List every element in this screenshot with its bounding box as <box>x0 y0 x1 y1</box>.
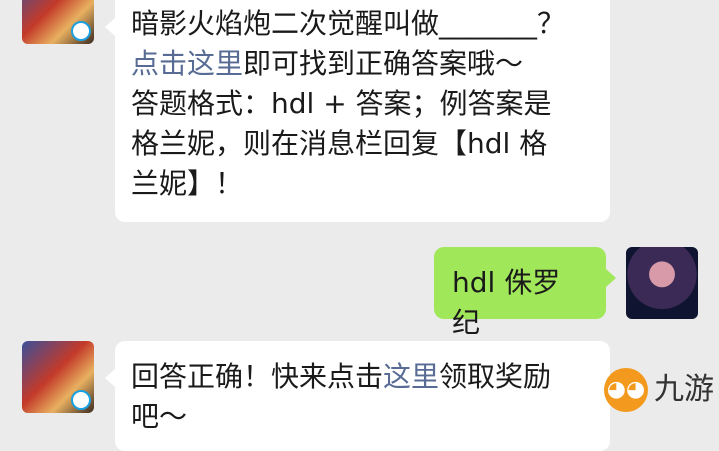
watermark-text: 九游 <box>654 372 714 407</box>
question-line-2: 点击这里即可找到正确答案哦～ <box>131 44 594 84</box>
question-line-3: 答题格式：hdl + 答案；例答案是 <box>131 87 552 120</box>
reply-suffix: 领取奖励 <box>439 360 552 393</box>
nine-game-logo: ◕◕ 九游 <box>604 360 716 416</box>
outgoing-bubble-answer: hdl 侏罗纪 <box>434 247 616 339</box>
click-here-link[interactable]: 点击这里 <box>131 47 243 80</box>
question-line-4: 格兰妮，则在消息栏回复【hdl 格 <box>131 127 548 160</box>
incoming-bubble-question: 暗影火焰炮二次觉醒叫做_______？ 点击这里即可找到正确答案哦～ 答题格式：… <box>105 0 610 222</box>
user-avatar[interactable] <box>626 247 698 319</box>
answer-text: hdl 侏罗纪 <box>452 266 561 339</box>
game-avatar-2[interactable] <box>22 341 94 413</box>
reply-prefix: 回答正确！快来点击 <box>131 360 384 393</box>
reply-line-2: 吧～ <box>131 400 188 433</box>
question-line-5: 兰妮】！ <box>131 167 244 200</box>
qq-badge-icon <box>71 21 91 41</box>
qq-badge-icon <box>71 390 91 410</box>
nine-game-mascot-icon: ◕◕ <box>604 368 648 412</box>
here-link[interactable]: 这里 <box>383 360 439 393</box>
game-avatar[interactable] <box>22 0 94 44</box>
question-line-2-rest: 即可找到正确答案哦～ <box>243 47 524 80</box>
question-line-1: 暗影火焰炮二次觉醒叫做_______？ <box>131 7 566 40</box>
reply-line-1: 回答正确！快来点击这里领取奖励 <box>131 357 594 397</box>
